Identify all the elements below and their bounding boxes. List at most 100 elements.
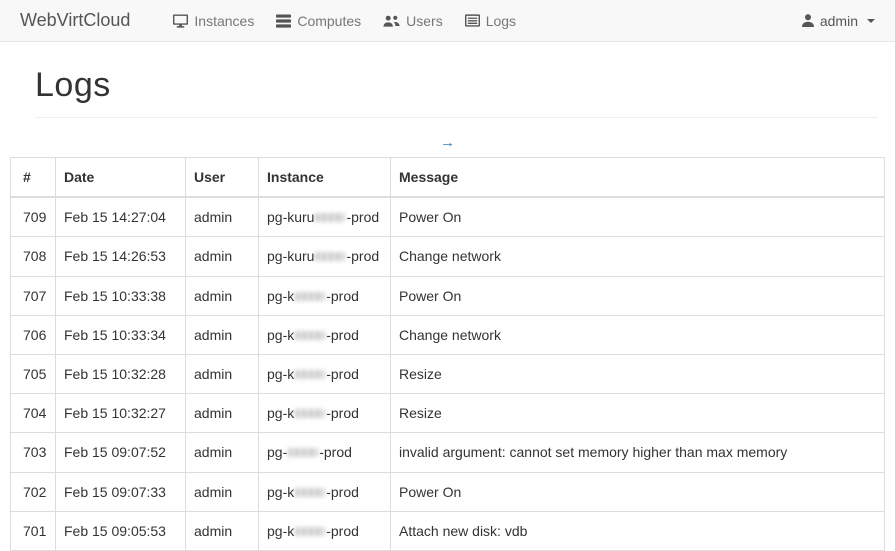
instance-name-redacted [295, 409, 325, 418]
log-user-cell: admin [186, 511, 259, 550]
log-instance-cell: pg-k-prod [259, 354, 391, 393]
log-message-cell: Resize [391, 394, 885, 433]
instance-name-redacted [315, 213, 345, 222]
nav-item-label: Users [406, 13, 443, 29]
instance-name-redacted [288, 448, 318, 457]
instance-name-prefix: pg-k [267, 405, 294, 421]
nav-item-label: Instances [194, 13, 254, 29]
log-id-cell: 708 [11, 237, 56, 276]
instance-name-prefix: pg-k [267, 288, 294, 304]
log-user-cell: admin [186, 354, 259, 393]
instance-name-redacted [295, 527, 325, 536]
log-id-cell: 703 [11, 433, 56, 472]
table-row: 705Feb 15 10:32:28adminpg-k-prodResize [11, 354, 885, 393]
instance-name-suffix: -prod [326, 327, 359, 343]
instance-name-suffix: -prod [326, 288, 359, 304]
log-instance-cell: pg-kuru -prod [259, 197, 391, 237]
log-message-cell: Change network [391, 237, 885, 276]
log-message-cell: Power On [391, 276, 885, 315]
logs-table-container: # Date User Instance Message 709Feb 15 1… [10, 157, 885, 551]
nav-item-label: Computes [297, 13, 361, 29]
log-user-cell: admin [186, 394, 259, 433]
nav-item-instances[interactable]: Instances [162, 2, 265, 40]
log-date-cell: Feb 15 10:33:34 [56, 315, 186, 354]
log-date-cell: Feb 15 10:33:38 [56, 276, 186, 315]
log-user-cell: admin [186, 197, 259, 237]
page-header: Logs [35, 66, 878, 118]
log-message-cell: Power On [391, 197, 885, 237]
instance-name-prefix: pg-kuru [267, 209, 314, 225]
navbar: WebVirtCloud Instances Computes Users Lo… [0, 0, 895, 42]
log-id-cell: 705 [11, 354, 56, 393]
instance-name-suffix: -prod [346, 248, 379, 264]
table-row: 706Feb 15 10:33:34adminpg-k-prodChange n… [11, 315, 885, 354]
instance-name-redacted [295, 331, 325, 340]
nav-items: Instances Computes Users Logs [162, 2, 527, 40]
table-row: 707Feb 15 10:33:38admin pg-k -prod Power On [11, 276, 885, 315]
column-header-instance: Instance [259, 158, 391, 198]
log-date-cell: Feb 15 10:32:27 [56, 394, 186, 433]
nav-item-users[interactable]: Users [372, 2, 454, 40]
log-user-cell: admin [186, 433, 259, 472]
table-row: 704Feb 15 10:32:27adminpg-k-prodResize [11, 394, 885, 433]
log-user-cell: admin [186, 237, 259, 276]
instance-name-suffix: -prod [326, 405, 359, 421]
log-id-cell: 709 [11, 197, 56, 237]
instance-name-redacted [295, 488, 325, 497]
nav-item-label: Logs [486, 13, 516, 29]
log-message-cell: Change network [391, 315, 885, 354]
column-header-date: Date [56, 158, 186, 198]
user-icon [802, 14, 814, 27]
user-menu[interactable]: admin [802, 13, 875, 29]
instance-name-prefix: pg-k [267, 327, 294, 343]
instance-name-prefix: pg-k [267, 523, 294, 539]
column-header-user: User [186, 158, 259, 198]
column-header-message: Message [391, 158, 885, 198]
users-icon [383, 14, 400, 28]
instance-name-redacted [315, 252, 345, 261]
log-instance-cell: pg-k -prod [259, 394, 391, 433]
instance-name-suffix: -prod [319, 444, 352, 460]
column-header-id: # [11, 158, 56, 198]
log-date-cell: Feb 15 14:27:04 [56, 197, 186, 237]
table-row: 702Feb 15 09:07:33adminpg-k-prodPower On [11, 472, 885, 511]
instance-name-suffix: -prod [346, 209, 379, 225]
log-user-cell: admin [186, 472, 259, 511]
table-row: 701Feb 15 09:05:53adminpg-k-prodAttach n… [11, 511, 885, 550]
table-row: 709Feb 15 14:27:04admin pg-kuru -prod Power… [11, 197, 885, 237]
user-menu-label: admin [820, 13, 858, 29]
log-id-cell: 702 [11, 472, 56, 511]
instance-name-prefix: pg-k [267, 366, 294, 382]
log-instance-cell: pg- -prod [259, 433, 391, 472]
log-date-cell: Feb 15 14:26:53 [56, 237, 186, 276]
table-header-row: # Date User Instance Message [11, 158, 885, 198]
table-row: 708Feb 15 14:26:53admin pg-kuru -prod Chang… [11, 237, 885, 276]
brand-link[interactable]: WebVirtCloud [20, 10, 130, 31]
page-title: Logs [35, 66, 878, 105]
log-id-cell: 707 [11, 276, 56, 315]
server-icon [276, 14, 291, 28]
table-row: 703Feb 15 09:07:52adminpg--prodinvalid a… [11, 433, 885, 472]
log-date-cell: Feb 15 09:07:52 [56, 433, 186, 472]
log-instance-cell: pg-k -prod [259, 276, 391, 315]
log-message-cell: Resize [391, 354, 885, 393]
instance-name-prefix: pg- [267, 444, 287, 460]
log-date-cell: Feb 15 09:07:33 [56, 472, 186, 511]
instance-name-redacted [295, 370, 325, 379]
instance-name-suffix: -prod [326, 523, 359, 539]
log-instance-cell: pg-kuru -prod [259, 237, 391, 276]
instance-name-prefix: pg-kuru [267, 248, 314, 264]
pagination: → [0, 134, 895, 151]
nav-item-computes[interactable]: Computes [265, 2, 372, 40]
chevron-down-icon [867, 19, 875, 23]
log-date-cell: Feb 15 10:32:28 [56, 354, 186, 393]
log-date-cell: Feb 15 09:05:53 [56, 511, 186, 550]
log-instance-cell: pg-k -prod [259, 511, 391, 550]
nav-item-logs[interactable]: Logs [454, 2, 527, 40]
logs-table-body: 709Feb 15 14:27:04adminpg-kuru-prodPower… [11, 197, 885, 550]
log-user-cell: admin [186, 276, 259, 315]
next-page-link[interactable]: → [440, 134, 455, 151]
logs-table: # Date User Instance Message 709Feb 15 1… [10, 157, 885, 551]
instance-name-suffix: -prod [326, 484, 359, 500]
log-message-cell: Attach new disk: vdb [391, 511, 885, 550]
